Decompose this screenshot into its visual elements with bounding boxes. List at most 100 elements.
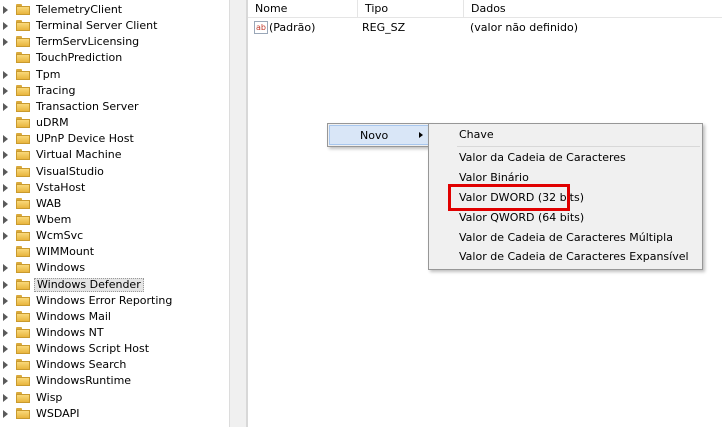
folder-icon: [16, 294, 30, 306]
expand-arrow-icon[interactable]: [3, 38, 8, 47]
expand-arrow-icon[interactable]: [3, 377, 8, 386]
tree-item-label: UPnP Device Host: [36, 132, 134, 146]
folder-icon: [16, 20, 30, 32]
expand-arrow-icon[interactable]: [3, 183, 8, 192]
tree-item[interactable]: Wbem: [0, 212, 229, 228]
expand-arrow-icon[interactable]: [3, 102, 8, 111]
menu-item-label: Valor QWORD (64 bits): [459, 211, 585, 224]
folder-icon: [16, 343, 30, 355]
folder-icon: [16, 84, 30, 96]
folder-icon: [16, 375, 30, 387]
column-header-type[interactable]: Tipo: [358, 0, 464, 17]
column-header-name[interactable]: Nome: [248, 0, 358, 17]
tree-item-label: VisualStudio: [36, 164, 104, 178]
folder-icon: [16, 181, 30, 193]
folder-icon: [16, 391, 30, 403]
folder-icon: [16, 407, 30, 419]
menu-item-label: Novo: [360, 129, 389, 142]
tree-item[interactable]: TermServLicensing: [0, 34, 229, 50]
expand-arrow-icon[interactable]: [3, 393, 8, 402]
tree-item[interactable]: Windows Script Host: [0, 341, 229, 357]
menu-item-string-value[interactable]: Valor da Cadeia de Caracteres: [429, 148, 702, 168]
tree-item[interactable]: VisualStudio: [0, 164, 229, 180]
expand-arrow-icon[interactable]: [3, 264, 8, 273]
tree-item[interactable]: WAB: [0, 196, 229, 212]
tree-item-label: Windows Search: [36, 358, 127, 372]
tree-item-label: Virtual Machine: [36, 148, 122, 162]
tree-item-label: WIMMount: [36, 245, 95, 259]
expand-arrow-icon[interactable]: [3, 151, 8, 160]
tree-item[interactable]: Terminal Server Client: [0, 18, 229, 34]
folder-icon: [16, 359, 30, 371]
expand-arrow-icon[interactable]: [3, 312, 8, 321]
tree-item[interactable]: Transaction Server: [0, 99, 229, 115]
list-header: Nome Tipo Dados: [248, 0, 722, 18]
folder-icon: [16, 262, 30, 274]
expand-arrow-icon[interactable]: [3, 345, 8, 354]
registry-tree[interactable]: TelemetryClient Terminal Server Client Ter…: [0, 0, 229, 427]
tree-item[interactable]: Wisp: [0, 390, 229, 406]
folder-icon: [16, 165, 30, 177]
tree-item[interactable]: Windows Search: [0, 357, 229, 373]
menu-item-novo[interactable]: Novo: [329, 125, 429, 145]
tree-item[interactable]: Tpm: [0, 67, 229, 83]
folder-icon: [16, 230, 30, 242]
tree-item[interactable]: WIMMount: [0, 244, 229, 260]
menu-item-qword-value[interactable]: Valor QWORD (64 bits): [429, 208, 702, 228]
tree-item[interactable]: Virtual Machine: [0, 147, 229, 163]
tree-item[interactable]: WindowsRuntime: [0, 373, 229, 389]
folder-icon: [16, 310, 30, 322]
expand-arrow-icon[interactable]: [3, 70, 8, 79]
expand-arrow-icon[interactable]: [3, 361, 8, 370]
expand-arrow-icon[interactable]: [3, 296, 8, 305]
expand-arrow-icon[interactable]: [3, 280, 8, 289]
string-value-icon: ab: [254, 21, 268, 34]
menu-item-multi-string-value[interactable]: Valor de Cadeia de Caracteres Múltipla: [429, 228, 702, 248]
tree-item[interactable]: Windows NT: [0, 325, 229, 341]
tree-item-label: VstaHost: [36, 180, 86, 194]
tree-item[interactable]: UPnP Device Host: [0, 131, 229, 147]
tree-item[interactable]: TelemetryClient: [0, 2, 229, 18]
tree-item[interactable]: Windows Mail: [0, 309, 229, 325]
tree-item[interactable]: Windows Defender: [0, 277, 229, 293]
tree-item-label: Tpm: [36, 67, 61, 81]
folder-icon: [16, 100, 30, 112]
expand-arrow-icon[interactable]: [3, 167, 8, 176]
tree-item-label: uDRM: [36, 116, 69, 130]
folder-icon: [16, 133, 30, 145]
menu-item-key[interactable]: Chave: [429, 125, 702, 145]
tree-item[interactable]: Windows: [0, 260, 229, 276]
tree-item-label: Windows Script Host: [36, 342, 150, 356]
menu-item-label: Valor de Cadeia de Caracteres Expansível: [459, 250, 689, 263]
tree-item[interactable]: Windows Error Reporting: [0, 293, 229, 309]
tree-item[interactable]: Tracing: [0, 83, 229, 99]
tree-item[interactable]: TouchPrediction: [0, 50, 229, 66]
expand-arrow-icon[interactable]: [3, 215, 8, 224]
menu-item-label: Valor da Cadeia de Caracteres: [459, 151, 626, 164]
expand-arrow-icon[interactable]: [3, 86, 8, 95]
tree-item-label: Terminal Server Client: [36, 19, 158, 33]
column-header-data[interactable]: Dados: [464, 0, 722, 17]
tree-item[interactable]: WcmSvc: [0, 228, 229, 244]
tree-item[interactable]: uDRM: [0, 115, 229, 131]
value-data: (valor não definido): [470, 21, 578, 34]
folder-icon: [16, 246, 30, 258]
list-item[interactable]: ab (Padrão) REG_SZ (valor não definido): [248, 19, 722, 37]
tree-item-label: WcmSvc: [36, 229, 84, 243]
expand-arrow-icon[interactable]: [3, 22, 8, 31]
folder-icon: [16, 213, 30, 225]
tree-item[interactable]: VstaHost: [0, 180, 229, 196]
expand-arrow-icon[interactable]: [3, 199, 8, 208]
tree-scrollbar[interactable]: [229, 0, 246, 427]
context-menu: Novo: [327, 123, 431, 147]
expand-arrow-icon[interactable]: [3, 6, 8, 14]
menu-separator: [457, 146, 700, 147]
submenu-arrow-icon: [419, 132, 423, 138]
value-type: REG_SZ: [362, 21, 406, 34]
expand-arrow-icon[interactable]: [3, 135, 8, 144]
expand-arrow-icon[interactable]: [3, 232, 8, 241]
tree-item[interactable]: WSDAPI: [0, 406, 229, 422]
expand-arrow-icon[interactable]: [3, 409, 8, 418]
expand-arrow-icon[interactable]: [3, 329, 8, 337]
menu-item-expandable-string-value[interactable]: Valor de Cadeia de Caracteres Expansível: [429, 247, 702, 267]
